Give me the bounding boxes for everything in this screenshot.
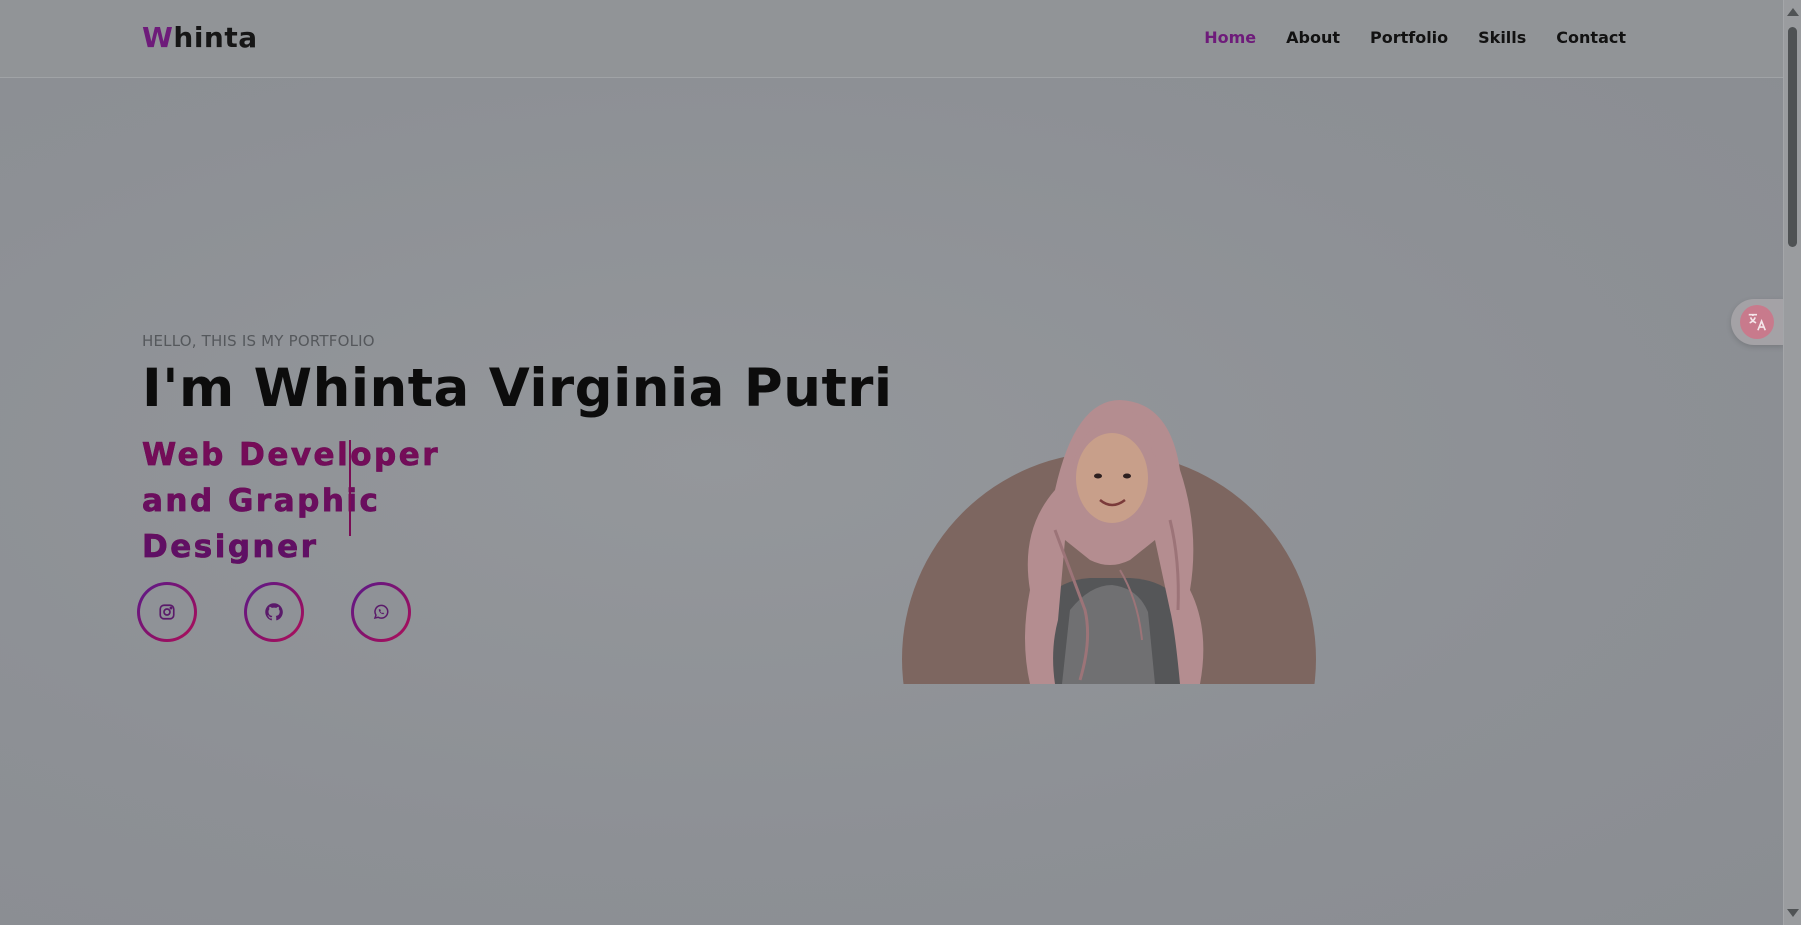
- hero-role-line-1: Web Developer: [142, 437, 441, 474]
- scroll-down-arrow-icon[interactable]: [1787, 909, 1799, 917]
- hero-title: I'm Whinta Virginia Putri: [142, 358, 893, 419]
- logo-first-letter: W: [142, 21, 174, 54]
- scroll-thumb[interactable]: [1788, 27, 1797, 247]
- nav-home[interactable]: Home: [1204, 28, 1256, 47]
- main-nav: Home About Portfolio Skills Contact: [1204, 28, 1626, 47]
- whatsapp-button[interactable]: [351, 582, 411, 642]
- hero-role: Web Developer and Graphic Designer: [142, 432, 442, 570]
- social-links: [137, 582, 411, 642]
- site-header: Whinta Home About Portfolio Skills Conta…: [0, 0, 1784, 78]
- portrait-illustration: [902, 400, 1316, 684]
- scroll-up-arrow-icon[interactable]: [1787, 8, 1799, 16]
- site-logo[interactable]: Whinta: [142, 21, 258, 54]
- instagram-icon: [159, 604, 175, 620]
- github-button[interactable]: [244, 582, 304, 642]
- nav-skills[interactable]: Skills: [1478, 28, 1526, 47]
- whatsapp-icon: [373, 604, 389, 620]
- github-icon: [265, 603, 283, 621]
- hero-role-line-2: and Graphic: [142, 483, 381, 520]
- profile-photo: [880, 380, 1340, 684]
- instagram-button[interactable]: [137, 582, 197, 642]
- typing-cursor: [349, 440, 351, 536]
- nav-contact[interactable]: Contact: [1556, 28, 1626, 47]
- logo-rest: hinta: [173, 21, 258, 54]
- page: Whinta Home About Portfolio Skills Conta…: [0, 0, 1801, 925]
- translate-widget[interactable]: [1731, 299, 1784, 345]
- translate-icon: [1740, 305, 1774, 339]
- hero-subtitle: HELLO, THIS IS MY PORTFOLIO: [142, 332, 375, 350]
- hero-role-line-3: Designer: [142, 529, 319, 566]
- nav-portfolio[interactable]: Portfolio: [1370, 28, 1448, 47]
- page-scrollbar[interactable]: [1783, 0, 1801, 925]
- nav-about[interactable]: About: [1286, 28, 1340, 47]
